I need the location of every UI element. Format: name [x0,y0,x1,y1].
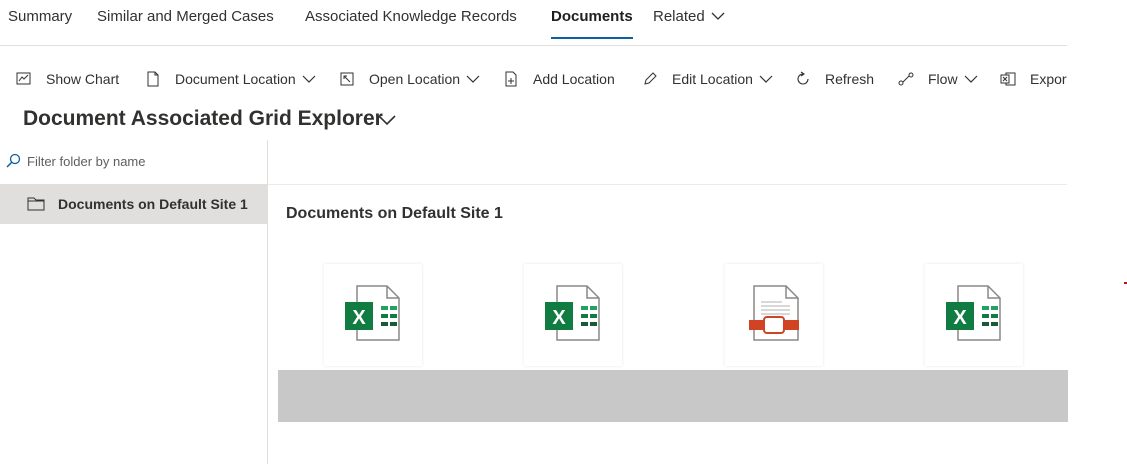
folder-icon [27,197,45,211]
refresh-button[interactable]: Refresh [795,69,874,89]
refresh-label: Refresh [825,71,875,87]
document-location-label: Document Location [175,71,296,87]
export-button[interactable]: Export [1000,69,1067,89]
open-location-icon [340,72,354,86]
chart-icon [16,72,31,85]
excel-file-icon: X [345,285,400,341]
add-location-button[interactable]: Add Location [503,69,615,89]
file-name-band [278,370,1068,422]
powerpoint-file-icon [749,285,799,341]
flow-button[interactable]: Flow [898,69,978,89]
folder-item[interactable]: Documents on Default Site 1 [0,184,267,224]
flow-label: Flow [928,71,958,87]
svg-text:X: X [953,307,967,329]
flow-icon [898,72,914,86]
folder-filter [0,140,267,184]
show-chart-label: Show Chart [46,71,120,87]
edit-location-label: Edit Location [672,71,753,87]
tab-similar-merged-cases[interactable]: Similar and Merged Cases [97,8,274,25]
add-location-label: Add Location [533,71,615,87]
show-chart-button[interactable]: Show Chart [16,69,119,89]
tab-related[interactable]: Related [653,8,725,25]
chevron-down-icon[interactable] [377,112,397,128]
excel-file-icon: X [946,285,1001,341]
chevron-down-icon [466,75,480,83]
svg-text:X: X [552,307,566,329]
command-bar: Show Chart Document Location Open Locati… [0,60,1067,96]
open-location-label: Open Location [369,71,461,87]
tab-documents[interactable]: Documents [551,8,633,39]
folder-item-label: Documents on Default Site 1 [58,196,248,212]
excel-file-icon: X [545,285,600,341]
svg-text:X: X [352,307,366,329]
tab-associated-knowledge-records[interactable]: Associated Knowledge Records [305,8,517,25]
file-tile[interactable]: X [524,264,622,366]
folder-heading: Documents on Default Site 1 [286,205,503,222]
tab-related-label: Related [653,8,705,25]
chevron-down-icon [759,75,773,83]
export-label: Export [1030,71,1067,87]
excel-export-icon [1000,72,1016,86]
chevron-down-icon [964,75,977,83]
open-location-button[interactable]: Open Location [339,69,480,89]
folder-pane: Documents on Default Site 1 [0,140,268,464]
refresh-icon [797,71,809,85]
tab-summary[interactable]: Summary [8,8,72,25]
file-tile[interactable]: X [324,264,422,366]
file-tile[interactable]: X [925,264,1023,366]
file-tile[interactable] [725,264,823,366]
divider [268,184,1067,185]
record-tabs: Summary Similar and Merged Cases Associa… [0,0,1067,46]
document-icon [147,71,159,87]
grid-title: Document Associated Grid Explorer [23,107,383,130]
edit-location-button[interactable]: Edit Location [642,69,773,89]
folder-filter-input[interactable] [27,151,257,171]
chevron-down-icon [302,75,316,83]
chevron-down-icon [711,12,725,20]
document-location-button[interactable]: Document Location [145,69,316,89]
search-icon [6,153,21,168]
pencil-icon [644,72,657,85]
add-document-icon [505,71,517,87]
